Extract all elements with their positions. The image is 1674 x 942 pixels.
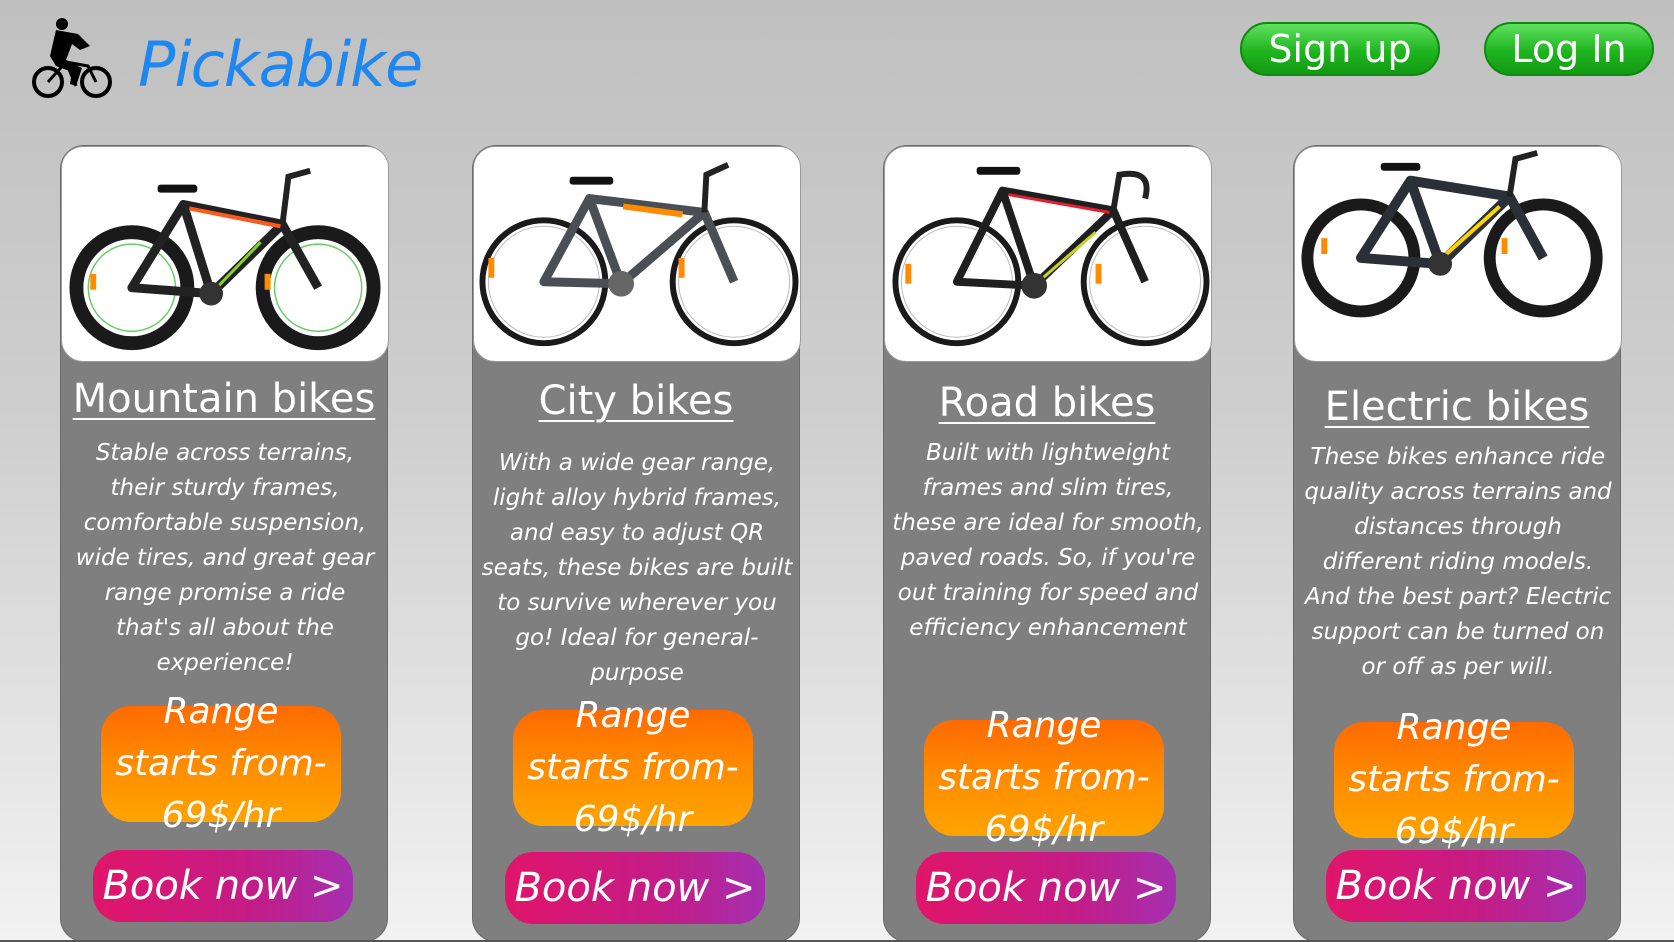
login-button[interactable]: Log In	[1484, 22, 1654, 76]
electric-bike-image	[1294, 146, 1622, 362]
header: Pickabike Sign up Log In	[0, 0, 1674, 120]
card-description: These bikes enhance ride quality across …	[1304, 444, 1612, 680]
card-road-bikes: Road bikes Built with lightweight frames…	[883, 145, 1212, 942]
price-badge: Range starts from- 69$/hr	[1334, 707, 1574, 852]
card-description: With a wide gear range, light alloy hybr…	[481, 450, 793, 686]
card-description: Stable across terrains, their sturdy fra…	[75, 440, 375, 676]
book-now-button[interactable]: Book now >	[505, 852, 765, 924]
price-badge: Range starts from- 69$/hr	[924, 705, 1164, 850]
card-title[interactable]: Mountain bikes	[61, 376, 387, 422]
brand-title[interactable]: Pickabike	[138, 28, 423, 101]
card-title[interactable]: Electric bikes	[1294, 384, 1620, 430]
book-now-button[interactable]: Book now >	[93, 850, 353, 922]
city-bike-image	[473, 146, 801, 362]
book-now-button[interactable]: Book now >	[1326, 850, 1586, 922]
cyclist-icon[interactable]	[32, 16, 114, 102]
road-bike-image	[884, 146, 1212, 362]
card-mountain-bikes: Mountain bikes Stable across terrains, t…	[60, 145, 389, 942]
card-electric-bikes: Electric bikes These bikes enhance ride …	[1293, 145, 1622, 942]
card-title[interactable]: City bikes	[473, 378, 799, 424]
signup-button[interactable]: Sign up	[1240, 22, 1440, 76]
price-badge: Range starts from- 69$/hr	[101, 691, 341, 836]
card-title[interactable]: Road bikes	[884, 380, 1210, 426]
mountain-bike-image	[61, 146, 389, 362]
card-description: Built with lightweight frames and slim t…	[892, 440, 1204, 641]
card-city-bikes: City bikes With a wide gear range, light…	[472, 145, 801, 942]
price-badge: Range starts from- 69$/hr	[513, 695, 753, 840]
book-now-button[interactable]: Book now >	[916, 852, 1176, 924]
